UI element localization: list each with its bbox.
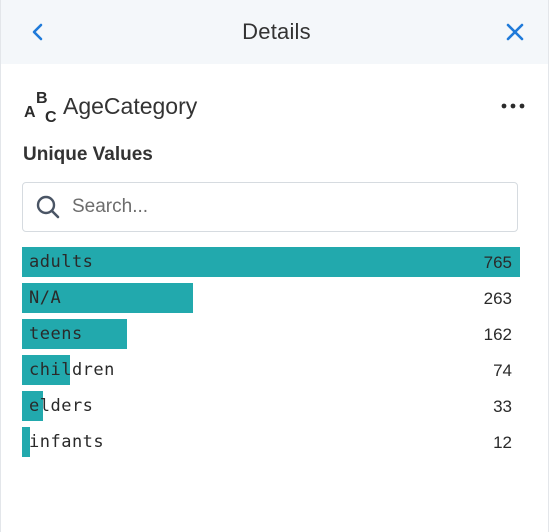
value-label: teens (29, 324, 83, 344)
unique-values-title: Unique Values (23, 144, 153, 165)
value-row[interactable]: teens 162 (22, 319, 518, 349)
search-box[interactable] (22, 182, 518, 232)
svg-text:B: B (36, 90, 48, 107)
close-icon (506, 23, 524, 41)
close-button[interactable] (500, 17, 530, 47)
value-row[interactable]: elders 33 (22, 391, 518, 421)
value-count: 765 (483, 253, 512, 272)
details-header: Details (1, 0, 548, 64)
value-label: N/A (29, 288, 62, 308)
value-label: infants (29, 432, 105, 452)
search-icon (36, 195, 60, 219)
header-title: Details (242, 19, 311, 44)
svg-text:A: A (24, 104, 36, 121)
abc-text-type-icon: A B C (24, 90, 57, 123)
field-name: AgeCategory (63, 92, 198, 119)
details-panel: Details A B C AgeCategory Unique Values (0, 0, 549, 532)
value-row[interactable]: adults 765 (22, 247, 520, 277)
value-row[interactable]: N/A 263 (22, 283, 518, 313)
value-row[interactable]: children 74 (22, 355, 518, 385)
back-button[interactable] (23, 17, 53, 47)
value-count: 33 (493, 397, 512, 416)
value-count: 12 (493, 433, 512, 452)
value-count: 74 (493, 361, 512, 380)
value-row[interactable]: infants 12 (22, 427, 518, 457)
value-count: 263 (483, 289, 512, 308)
search-input[interactable] (70, 195, 474, 219)
more-horizontal-icon (501, 103, 525, 109)
value-count: 162 (483, 325, 512, 344)
field-menu-button[interactable] (498, 91, 528, 121)
unique-values-list: adults 765 N/A 263 teens 162 children 74 elders 3… (22, 247, 520, 457)
value-bar (22, 247, 520, 277)
svg-text:C: C (45, 109, 57, 123)
value-label: adults (29, 252, 94, 272)
field-header: A B C AgeCategory (1, 88, 548, 124)
chevron-left-icon (32, 23, 43, 41)
value-label: elders (29, 396, 94, 416)
value-label: children (29, 360, 115, 380)
